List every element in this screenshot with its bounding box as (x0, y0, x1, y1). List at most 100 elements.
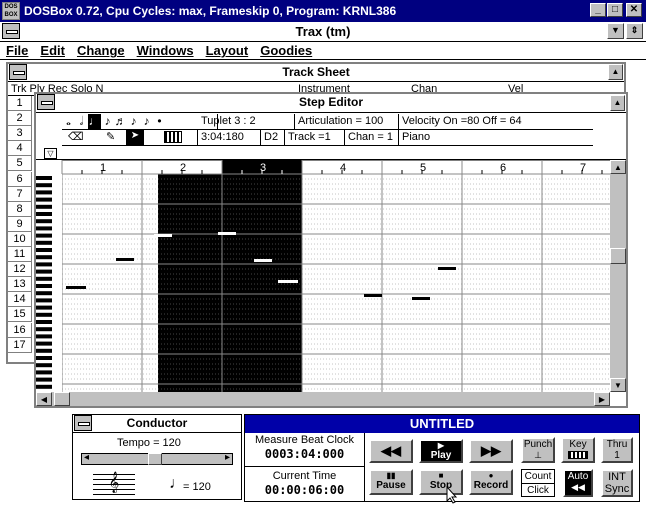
measure-number: 3 (260, 162, 266, 174)
thru-value: 1 (614, 450, 620, 461)
scroll-up-icon[interactable]: ▲ (610, 160, 626, 174)
scroll-right-icon[interactable]: ▶ (594, 392, 610, 406)
minimize-icon[interactable]: _ (590, 3, 606, 17)
black-key (36, 276, 52, 281)
auto-rewind-button[interactable]: Auto ◀◀ (563, 469, 593, 497)
play-button[interactable]: ▶ Play (419, 439, 463, 463)
pencil-icon[interactable]: ✎ (106, 130, 115, 143)
black-key (36, 348, 52, 353)
thirtysecond-note-icon[interactable]: ♪ (127, 114, 140, 129)
key-button[interactable]: Key (561, 437, 595, 463)
track-row-number[interactable]: 12 (8, 262, 32, 278)
track-row-number[interactable]: 1 (8, 96, 32, 111)
transport-window: UNTITLED Measure Beat Clock 0003:04:000 … (244, 414, 640, 502)
note-event (116, 258, 134, 261)
piano-roll[interactable]: 1 2 3 4 5 6 7 (36, 160, 611, 392)
tempo-right-arrow-icon[interactable]: ▸ (225, 452, 230, 463)
track-row-number[interactable]: 8 (8, 201, 32, 217)
pitch-field[interactable]: D2 (261, 130, 285, 146)
tempo-left-arrow-icon[interactable]: ◂ (84, 452, 89, 463)
half-note-icon[interactable]: 𝅗𝅥 (75, 114, 88, 129)
system-menu-icon[interactable] (2, 23, 20, 39)
app-restore-icon[interactable]: ⇕ (626, 23, 643, 39)
fast-forward-button[interactable]: ▶▶ (469, 439, 513, 463)
note-event (66, 286, 86, 289)
tempo-slider[interactable]: ◂ ▸ (81, 452, 233, 465)
track-row-number[interactable]: 17 (8, 337, 32, 353)
rewind-button[interactable]: ◀◀ (369, 439, 413, 463)
step-editor-hscroll[interactable]: ◀ ▶ (36, 392, 610, 406)
time-position-field[interactable]: 3:04:180 (198, 130, 261, 146)
track-row-number[interactable]: 16 (8, 322, 32, 338)
eraser-icon[interactable]: ⌫ (68, 130, 84, 143)
menu-goodies[interactable]: Goodies (254, 42, 318, 59)
thru-button[interactable]: Thru 1 (601, 437, 633, 463)
track-sheet-max-icon[interactable]: ▲ (608, 64, 623, 80)
sixtyfourth-note-icon[interactable]: ♪ (140, 114, 153, 129)
dot-icon[interactable]: • (153, 114, 166, 129)
step-editor-max-icon[interactable]: ▲ (610, 95, 625, 111)
pause-label: Pause (376, 480, 406, 491)
menu-layout[interactable]: Layout (200, 42, 255, 59)
pause-button[interactable]: ▮▮ Pause (369, 469, 413, 495)
scroll-left-icon[interactable]: ◀ (36, 392, 52, 406)
app-minimize-icon[interactable]: ▼ (607, 23, 624, 39)
track-field[interactable]: Track =1 (285, 130, 345, 146)
menu-file[interactable]: File (0, 42, 34, 59)
track-sheet-system-icon[interactable] (9, 64, 27, 80)
quarter-note-icon[interactable]: ♩ (88, 114, 101, 129)
track-row-number[interactable]: 10 (8, 231, 32, 247)
track-row-number[interactable]: 14 (8, 292, 32, 308)
track-row-number[interactable]: 3 (8, 126, 32, 142)
instrument-field[interactable]: Piano (399, 130, 593, 146)
articulation-field[interactable]: Articulation = 100 (295, 114, 399, 130)
black-key (36, 240, 52, 245)
step-editor-system-icon[interactable] (37, 94, 55, 110)
menu-change[interactable]: Change (71, 42, 131, 59)
chan-field[interactable]: Chan = 1 (345, 130, 399, 146)
count-label: Count (522, 470, 554, 484)
maximize-icon[interactable]: □ (607, 3, 623, 17)
measure-counter: Measure Beat Clock 0003:04:000 (245, 433, 365, 467)
track-row-number[interactable]: 2 (8, 111, 32, 127)
dosbox-logo-icon: DOS BOX (2, 2, 20, 20)
tempo-thumb[interactable] (148, 453, 162, 465)
scroll-down-icon[interactable]: ▼ (610, 378, 626, 392)
black-key (36, 377, 52, 382)
track-row-number[interactable]: 15 (8, 307, 32, 323)
vscroll-thumb[interactable] (610, 248, 626, 264)
hscroll-thumb[interactable] (54, 392, 70, 406)
black-key (36, 370, 52, 375)
black-key (36, 262, 52, 267)
close-icon[interactable]: ✕ (626, 3, 642, 17)
step-editor-vscroll[interactable]: ▲ ▼ (610, 160, 626, 392)
tuplet-field[interactable]: Tuplet 3 : 2 (198, 114, 295, 130)
menu-edit[interactable]: Edit (34, 42, 71, 59)
sixteenth-note-icon[interactable]: ♬ (114, 114, 127, 129)
track-row-number[interactable]: 11 (8, 247, 32, 262)
keyboard-tool-icon[interactable] (164, 131, 182, 143)
track-row-number[interactable]: 13 (8, 277, 32, 293)
transport-title: UNTITLED (245, 415, 639, 433)
punch-icon: ⊥ (534, 450, 542, 460)
track-row-number[interactable]: 7 (8, 186, 32, 202)
count-click-button[interactable]: Count Click (521, 469, 555, 497)
menu-windows[interactable]: Windows (131, 42, 200, 59)
note-event (364, 294, 382, 297)
track-row-number[interactable]: 4 (8, 141, 32, 157)
black-key (36, 197, 52, 202)
conductor-system-icon[interactable] (74, 415, 92, 431)
punch-button[interactable]: Punch ⊥ (521, 437, 555, 463)
velocity-field[interactable]: Velocity On =80 Off = 64 (399, 114, 593, 130)
black-key (36, 363, 52, 368)
track-row-number[interactable]: 5 (8, 156, 32, 172)
time-counter: Current Time 00:00:06:00 (245, 467, 365, 501)
whole-note-icon[interactable]: 𝅝 (62, 114, 75, 129)
record-button[interactable]: ● Record (469, 469, 513, 495)
track-row-number[interactable]: 6 (8, 171, 32, 187)
note-event (278, 280, 298, 283)
arrow-pointer-icon[interactable]: ➤ (126, 130, 144, 145)
sync-button[interactable]: INT Sync (601, 469, 633, 497)
track-row-number[interactable]: 9 (8, 216, 32, 232)
eighth-note-icon[interactable]: ♪ (101, 114, 114, 129)
